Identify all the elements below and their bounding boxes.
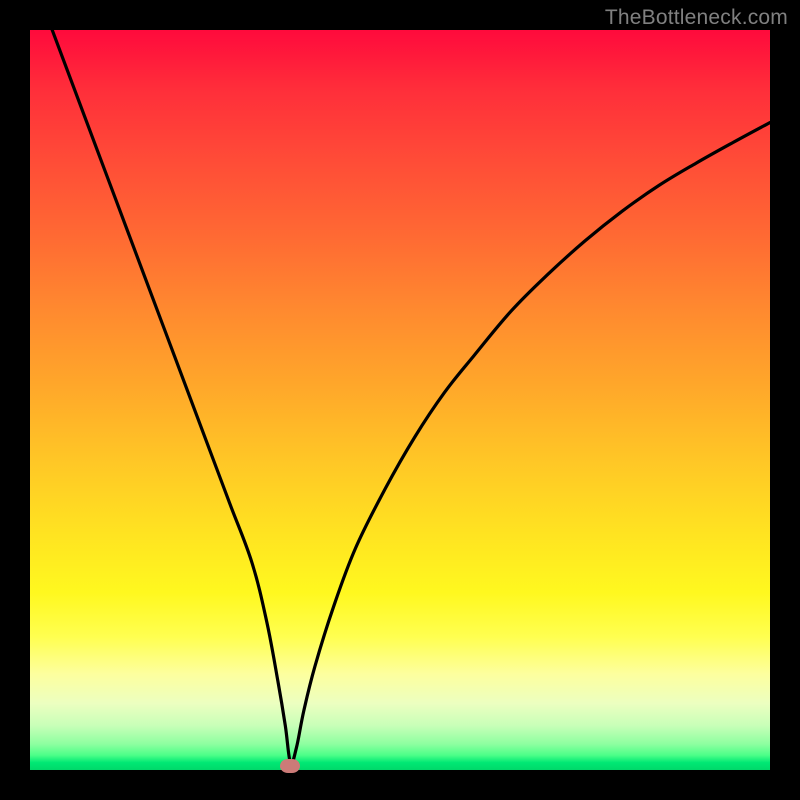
- curve-path: [30, 30, 770, 764]
- optimum-marker: [280, 759, 300, 773]
- bottleneck-curve: [30, 30, 770, 770]
- watermark-text: TheBottleneck.com: [605, 6, 788, 30]
- plot-area: [30, 30, 770, 770]
- chart-container: TheBottleneck.com: [0, 0, 800, 800]
